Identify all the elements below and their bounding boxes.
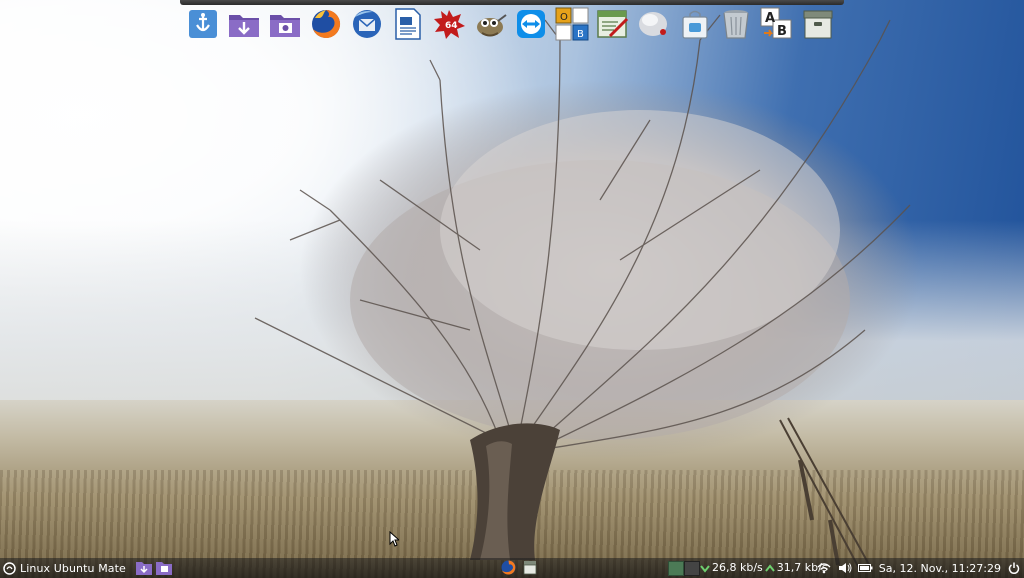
writer-document-icon[interactable] (390, 6, 425, 42)
office-suite-icon[interactable]: O B (554, 6, 589, 42)
archive-task-icon[interactable] (521, 559, 538, 576)
c64-label: 64 (445, 21, 458, 31)
firefox-task-icon[interactable] (500, 559, 517, 576)
shopping-bag-icon[interactable] (677, 6, 712, 42)
bottom-panel: Linux Ubuntu Mate 26,8 kb/s 31,7 kb/s Sa… (0, 558, 1024, 578)
top-dock: 64 O B A B (185, 6, 835, 42)
trash-icon[interactable] (718, 6, 753, 42)
teamviewer-icon[interactable] (513, 6, 548, 42)
mate-logo-icon (3, 561, 16, 575)
clock[interactable]: Sa, 12. Nov., 11:27:29 (879, 562, 1001, 575)
downloads-folder-icon[interactable] (226, 6, 261, 42)
dock-rail (180, 0, 844, 5)
mouse-pointer-icon (389, 531, 399, 547)
translator-icon[interactable]: A B (759, 6, 794, 42)
download-arrow-icon (700, 564, 710, 573)
frosted-tree (254, 14, 920, 571)
main-menu-label: Linux Ubuntu Mate (20, 561, 126, 575)
translator-letter-a: A (765, 11, 775, 26)
download-speed: 26,8 kb/s (712, 561, 763, 574)
pictures-folder-icon[interactable] (267, 6, 302, 42)
disk-utility-icon[interactable] (636, 6, 671, 42)
fence (779, 417, 873, 571)
editor-icon[interactable] (595, 6, 630, 42)
wifi-icon[interactable] (816, 560, 832, 576)
anchor-app-icon[interactable] (185, 6, 220, 42)
taskbar-windows (500, 559, 538, 576)
panel-quick-launchers (135, 559, 172, 576)
thunderbird-icon[interactable] (349, 6, 384, 42)
battery-icon[interactable] (858, 560, 874, 576)
main-menu-button[interactable]: Linux Ubuntu Mate (3, 560, 126, 576)
downloads-launcher-icon[interactable] (135, 559, 152, 576)
system-tray: Sa, 12. Nov., 11:27:29 (816, 559, 1022, 577)
gimp-icon[interactable] (472, 6, 507, 42)
power-icon[interactable] (1006, 560, 1022, 576)
workspace-switcher-2[interactable] (684, 561, 700, 576)
desktop-wallpaper (0, 0, 1024, 578)
upload-arrow-icon (765, 563, 775, 572)
translator-letter-b: B (777, 24, 787, 39)
network-monitor: 26,8 kb/s 31,7 kb/s (700, 561, 828, 574)
volume-icon[interactable] (837, 560, 853, 576)
office-letter-o: O (560, 12, 568, 23)
office-letter-b: B (577, 29, 584, 40)
archive-manager-icon[interactable] (800, 6, 835, 42)
firefox-icon[interactable] (308, 6, 343, 42)
workspace-switcher-1[interactable] (668, 561, 684, 576)
c64-emulator-icon[interactable]: 64 (431, 6, 466, 42)
pictures-launcher-icon[interactable] (155, 559, 172, 576)
